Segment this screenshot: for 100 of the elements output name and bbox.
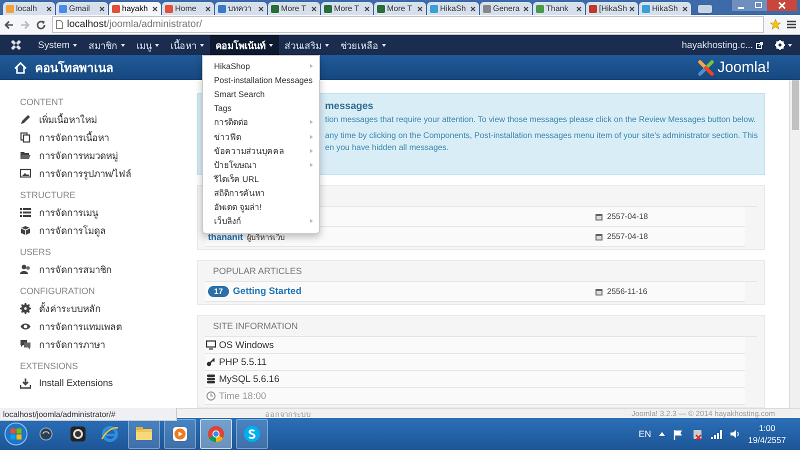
language-indicator[interactable]: EN [638,429,652,439]
sidebar-link[interactable]: เพิ่มเนื้อหาใหม่ [20,110,97,128]
reload-icon[interactable] [36,20,46,30]
close-icon[interactable] [523,6,529,12]
menu-item[interactable]: สถิติการค้นหา [203,186,319,200]
signal-icon[interactable] [711,430,722,438]
close-icon[interactable] [629,6,636,12]
app-icon[interactable] [39,427,53,441]
menu-item[interactable]: ป้ายโฆษณา [203,158,319,172]
browser-tab[interactable]: Thank [533,2,585,15]
menu-item[interactable]: Smart Search [203,87,319,102]
close-icon[interactable] [576,6,582,12]
close-icon[interactable] [99,6,105,12]
sidebar-link[interactable]: ตั้งค่าระบบหลัก [20,299,101,317]
browser-tab[interactable]: บทควา [215,2,267,15]
menu-item[interactable]: สมาชิก [82,35,131,55]
bookmark-star-icon[interactable] [770,19,781,30]
menu-item[interactable]: คอมโพเน้นท์ [210,35,279,55]
browser-tab[interactable]: localh [3,2,55,15]
sidebar-link[interactable]: การจัดการหมวดหมู่ [20,146,118,164]
close-icon[interactable] [46,6,52,12]
taskbar-button[interactable] [128,419,160,449]
calendar-icon [595,212,603,220]
maximize-button[interactable] [750,0,767,11]
taskbar-button[interactable] [236,419,268,449]
menu-item[interactable]: Tags [203,101,319,116]
show-hidden-icons-icon[interactable] [659,432,666,436]
menu-item[interactable]: System [32,35,83,55]
clock[interactable]: 1:00 19/4/2557 [748,423,786,445]
date-text: 2557-04-18 [607,232,648,241]
sidebar-link[interactable]: Install Extensions [20,374,113,392]
address-field[interactable]: localhost/joomla/administrator/ [52,16,764,33]
menu-item[interactable]: การติดต่อ [203,115,319,130]
pencil-icon [20,114,31,124]
close-icon[interactable] [311,6,317,12]
browser-tab[interactable]: hayakh [109,2,161,15]
sidebar-link[interactable]: การจัดการเนื้อหา [20,128,109,146]
flag-icon[interactable] [673,428,684,440]
browser-tab[interactable]: [HikaSh [586,2,638,15]
back-icon[interactable] [4,20,14,30]
menu-item[interactable]: อัพเดต จูมล่า! [203,200,319,214]
clock-icon [206,391,216,401]
close-icon[interactable] [682,6,688,12]
menu-item[interactable]: ข่าวฟีด [203,129,319,144]
menu-item[interactable]: เนื้อหา [164,35,210,55]
menu-item[interactable]: เมนู [130,35,165,55]
author-link[interactable]: thananit [208,232,243,242]
menu-item[interactable]: ส่วนเสริม [278,35,335,55]
menu-icon[interactable] [787,20,796,29]
close-icon[interactable] [364,6,370,12]
message-title: messages [325,101,374,112]
taskbar-button[interactable] [164,419,196,449]
browser-tab[interactable]: HikaSh [427,2,479,15]
close-icon[interactable] [470,6,476,12]
close-icon[interactable] [417,6,423,12]
close-icon[interactable] [152,6,158,12]
close-icon[interactable] [205,6,211,12]
network-error-icon[interactable] [692,428,704,440]
sidebar-link[interactable]: การจัดการรูปภาพ/ไฟล์ [20,164,132,182]
sidebar-link[interactable]: การจัดการโมดูล [20,221,106,239]
browser-tab[interactable]: More T [321,2,373,15]
menu-item[interactable]: ช่วยเหลือ [334,35,392,55]
browser-tab[interactable]: Genera [480,2,532,15]
monitor-icon [206,340,216,350]
favicon-icon [271,4,279,12]
sidebar-link[interactable]: การจัดการแทมเพลต [20,317,122,335]
calendar-icon [595,232,603,240]
page-icon [56,20,63,29]
sidebar-link[interactable]: การจัดการเมนู [20,203,98,221]
key-icon [206,357,216,367]
camera-app-icon[interactable] [70,426,86,442]
taskbar-button[interactable] [200,419,232,449]
list-icon [20,206,31,218]
user-link[interactable]: hayakhosting.c... [682,35,775,55]
browser-tab[interactable]: HikaSh [639,2,691,15]
joomla-logo[interactable]: Joomla! [697,58,770,76]
close-window-button[interactable] [767,0,797,11]
article-link[interactable]: Getting Started [232,286,302,297]
start-button[interactable] [4,422,28,446]
menu-item[interactable]: HikaShop [203,59,319,74]
menu-item[interactable]: ข้อความส่วนบุคคล [203,144,319,158]
browser-e-icon[interactable] [101,425,119,443]
menu-item[interactable]: Post-installation Messages [203,73,319,88]
tab-title: localh [16,4,37,13]
volume-icon[interactable] [730,429,740,439]
close-icon[interactable] [258,6,264,12]
browser-tab[interactable]: Home [162,2,214,15]
favicon-icon [165,4,173,12]
minimize-button[interactable] [732,0,750,11]
browser-tab[interactable]: More T [268,2,320,15]
menu-item[interactable]: เว็บลิงก์ [203,214,319,228]
sidebar-link[interactable]: การจัดการสมาชิก [20,260,112,278]
menu-item[interactable]: รีไดเร็ค URL [203,172,319,186]
scrollbar[interactable] [789,80,800,408]
section-heading: EXTENSIONS [20,360,80,373]
browser-tab[interactable]: Gmail [56,2,108,15]
sidebar-link[interactable]: การจัดการภาษา [20,335,105,353]
browser-tab[interactable]: More T [374,2,426,15]
joomla-logo-icon[interactable] [10,39,22,51]
message-text: any time by clicking on the Components, Post-installation messages menu item of your site's administrator section. This [325,131,756,140]
